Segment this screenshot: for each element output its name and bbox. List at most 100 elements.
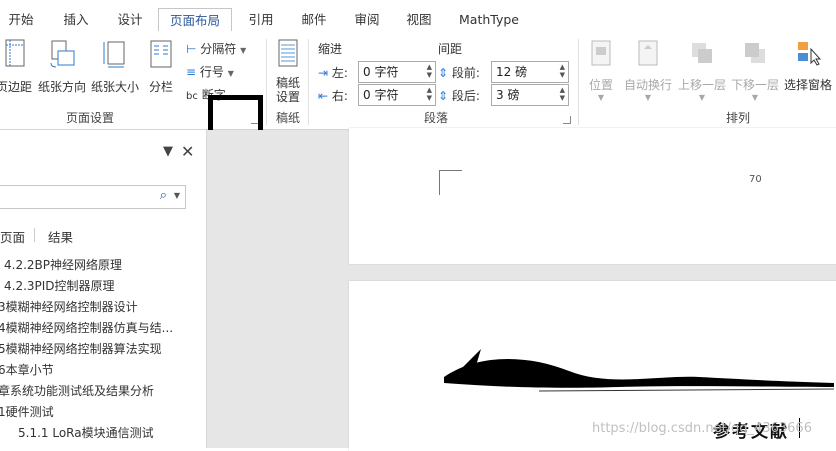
indent-left-icon: ⇥ bbox=[318, 66, 329, 80]
margins-label: 页边距 bbox=[0, 80, 32, 94]
draft-paper-button[interactable]: 稿纸 设置 bbox=[270, 39, 306, 104]
chevron-down-icon: ▼ bbox=[698, 93, 706, 102]
indent-left-value: 0 字符 bbox=[363, 65, 399, 79]
spacing-after-label: ⇕ 段后: bbox=[438, 87, 480, 104]
paragraph-group-label: 段落 bbox=[424, 111, 449, 125]
nav-heading-item[interactable]: 1硬件测试 bbox=[0, 403, 54, 420]
search-icon[interactable]: ⌕ bbox=[160, 188, 167, 203]
bring-forward-button[interactable]: 上移一层 ▼ bbox=[676, 39, 728, 102]
spinner-arrows-icon[interactable]: ▲ ▼ bbox=[560, 86, 565, 102]
wrap-text-label: 自动换行 bbox=[623, 78, 672, 92]
indent-right-spinner[interactable]: 0 字符 ▲ ▼ bbox=[358, 84, 436, 106]
nav-tab-results[interactable]: 结果 bbox=[48, 227, 73, 246]
indent-left-text: 左: bbox=[331, 66, 348, 80]
nav-heading-item[interactable]: 章系统功能测试纸及结果分析 bbox=[0, 382, 154, 399]
spacing-after-icon: ⇕ bbox=[438, 89, 449, 103]
document-area[interactable]: 70 参考文献 https://blog.csdn.net/qq_4363666 bbox=[207, 128, 836, 451]
tab-review[interactable]: 审阅 bbox=[346, 8, 388, 31]
breaks-label: 分隔符 bbox=[200, 42, 237, 56]
draft-paper-icon bbox=[278, 39, 298, 67]
indent-right-label: ⇤ 右: bbox=[318, 87, 348, 104]
document-page-upper[interactable]: 70 bbox=[349, 128, 836, 264]
pane-options-icon[interactable]: ▼ bbox=[163, 144, 173, 159]
send-backward-icon bbox=[745, 43, 765, 63]
divider bbox=[34, 228, 35, 242]
chevron-down-icon: ▼ bbox=[240, 46, 247, 55]
page-corner-mark bbox=[439, 170, 462, 195]
nav-heading-item[interactable]: 3模糊神经网络控制器设计 bbox=[0, 298, 138, 315]
spacing-before-value: 12 磅 bbox=[496, 65, 528, 79]
orientation-icon bbox=[50, 40, 75, 68]
selection-pane-icon bbox=[798, 42, 822, 66]
margins-button[interactable]: 页边距 bbox=[0, 39, 34, 95]
arrange-group-label: 排列 bbox=[726, 111, 751, 125]
nav-heading-item[interactable]: 5模糊神经网络控制器算法实现 bbox=[0, 340, 162, 357]
tab-references[interactable]: 引用 bbox=[240, 8, 282, 31]
position-icon bbox=[591, 40, 611, 66]
nav-heading-item[interactable]: 5.1.1 LoRa模块通信测试 bbox=[18, 424, 154, 441]
position-label: 位置 bbox=[588, 78, 613, 92]
draft-group-label: 稿纸 bbox=[276, 111, 301, 125]
spinner-arrows-icon[interactable]: ▲ ▼ bbox=[427, 63, 432, 79]
spacing-after-spinner[interactable]: 3 磅 ▲ ▼ bbox=[491, 84, 569, 106]
breaks-button[interactable]: ⊢ 分隔符 ▼ bbox=[186, 40, 246, 57]
indent-header: 缩进 bbox=[318, 42, 343, 56]
send-backward-button[interactable]: 下移一层 ▼ bbox=[729, 39, 781, 102]
close-icon[interactable]: ✕ bbox=[181, 142, 194, 161]
orientation-button[interactable]: 纸张方向 bbox=[37, 39, 87, 95]
indent-left-spinner[interactable]: 0 字符 ▲ ▼ bbox=[358, 61, 436, 83]
tab-home[interactable]: 开始 bbox=[0, 8, 42, 31]
line-numbers-label: 行号 bbox=[199, 65, 224, 79]
tab-mailings[interactable]: 邮件 bbox=[294, 8, 334, 31]
chevron-down-icon[interactable]: ▼ bbox=[174, 191, 180, 200]
wrap-text-icon bbox=[638, 40, 658, 66]
tab-mathtype[interactable]: MathType bbox=[452, 8, 526, 31]
tab-view[interactable]: 视图 bbox=[398, 8, 440, 31]
size-button[interactable]: 纸张大小 bbox=[89, 39, 141, 95]
watermark-text: https://blog.csdn.net/qq_4363666 bbox=[592, 421, 812, 436]
spacing-before-icon: ⇕ bbox=[438, 66, 449, 80]
group-separator bbox=[578, 39, 579, 125]
nav-heading-item[interactable]: 4模糊神经网络控制器仿真与结... bbox=[0, 319, 173, 336]
line-numbers-icon: ≡ bbox=[186, 65, 197, 79]
spacing-after-value: 3 磅 bbox=[496, 88, 520, 102]
position-button[interactable]: 位置 ▼ bbox=[584, 39, 618, 102]
chevron-down-icon: ▼ bbox=[597, 93, 605, 102]
nav-tab-pages[interactable]: 页面 bbox=[0, 227, 25, 246]
spinner-arrows-icon[interactable]: ▲ ▼ bbox=[560, 63, 565, 79]
hyphenation-icon: bc bbox=[186, 91, 198, 102]
indent-right-text: 右: bbox=[331, 89, 348, 103]
indent-right-value: 0 字符 bbox=[363, 88, 399, 102]
nav-heading-item[interactable]: 4.2.3PID控制器原理 bbox=[4, 277, 115, 294]
nav-heading-item[interactable]: 4.2.2BP神经网络原理 bbox=[4, 256, 122, 273]
margins-icon bbox=[5, 39, 25, 67]
group-separator bbox=[308, 39, 309, 125]
wrap-text-button[interactable]: 自动换行 ▼ bbox=[622, 39, 674, 102]
tab-insert[interactable]: 插入 bbox=[56, 8, 96, 31]
paragraph-dialog-launcher-icon[interactable] bbox=[563, 116, 571, 124]
tab-page-layout[interactable]: 页面布局 bbox=[158, 8, 232, 33]
draft-paper-label-2: 设置 bbox=[275, 90, 300, 104]
search-input[interactable]: ⌕ ▼ bbox=[0, 185, 186, 209]
page-setup-group-label: 页面设置 bbox=[66, 111, 115, 125]
send-backward-label: 下移一层 bbox=[730, 78, 779, 92]
spacing-before-spinner[interactable]: 12 磅 ▲ ▼ bbox=[491, 61, 569, 83]
columns-button[interactable]: 分栏 bbox=[145, 39, 177, 95]
spacing-after-text: 段后: bbox=[451, 89, 480, 103]
paper-size-icon bbox=[103, 41, 125, 68]
ribbon-tab-bar: 开始 插入 设计 页面布局 引用 邮件 审阅 视图 MathType bbox=[0, 0, 836, 33]
size-label: 纸张大小 bbox=[90, 80, 139, 94]
indent-left-label: ⇥ 左: bbox=[318, 64, 348, 81]
tab-design[interactable]: 设计 bbox=[108, 8, 152, 31]
selection-pane-button[interactable]: 选择窗格 bbox=[781, 39, 835, 93]
columns-icon bbox=[150, 40, 172, 68]
chevron-down-icon: ▼ bbox=[227, 69, 234, 78]
breaks-icon: ⊢ bbox=[186, 42, 197, 56]
line-numbers-button[interactable]: ≡ 行号 ▼ bbox=[186, 63, 234, 80]
navigation-pane: ▼ ✕ ⌕ ▼ 页面 结果 4.2.2BP神经网络原理 4.2.3PID控制器原… bbox=[0, 130, 207, 448]
spinner-arrows-icon[interactable]: ▲ ▼ bbox=[427, 86, 432, 102]
page-number: 70 bbox=[749, 174, 762, 185]
nav-heading-item[interactable]: 6本章小节 bbox=[0, 361, 54, 378]
ribbon: 页边距 纸张方向 纸张大小 分栏 ⊢ 分隔符 ▼ ≡ 行号 ▼ bc 断字 页面… bbox=[0, 31, 836, 130]
spacing-before-label: ⇕ 段前: bbox=[438, 64, 480, 81]
